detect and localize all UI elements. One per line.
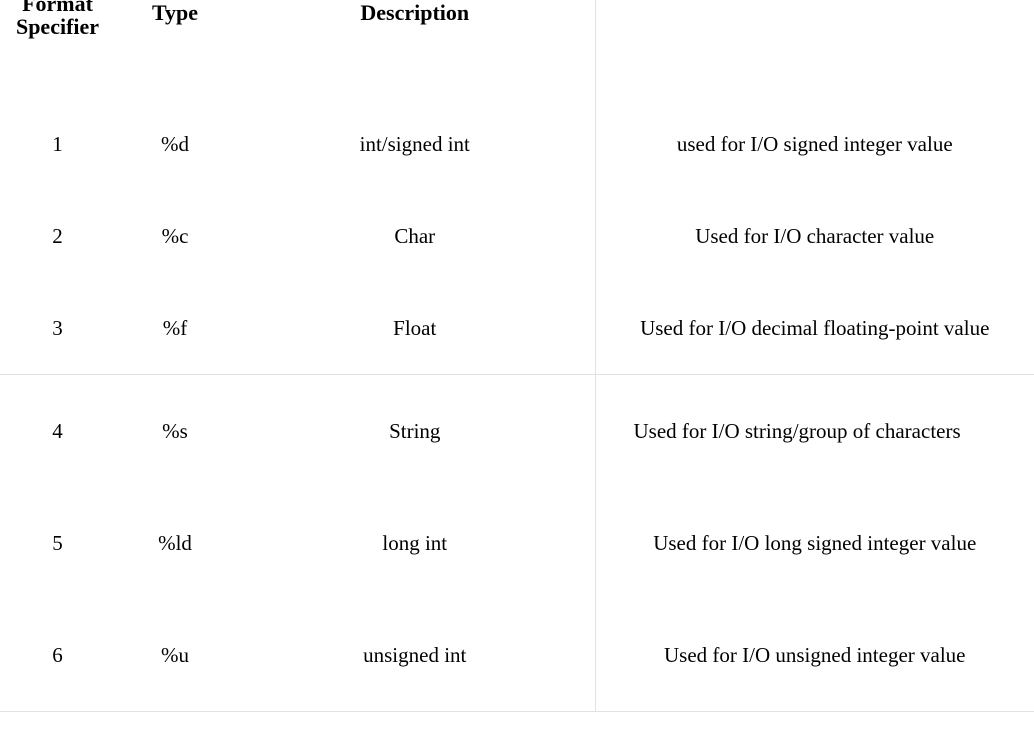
format-specifier-table: Format Specifier Type Description 1 %d i…	[0, 0, 1034, 712]
cell-type: %u	[115, 599, 235, 712]
cell-type: %f	[115, 282, 235, 375]
cell-description: unsigned int	[235, 599, 595, 712]
cell-usage: Used for I/O decimal floating-point valu…	[595, 282, 1034, 375]
cell-index: 2	[0, 190, 115, 282]
page: { "headers": { "index": "Format\nSpecifi…	[0, 0, 1034, 747]
cell-usage: used for I/O signed integer value	[595, 98, 1034, 190]
table-row: 5 %ld long int Used for I/O long signed …	[0, 487, 1034, 599]
cell-usage: Used for I/O long signed integer value	[595, 487, 1034, 599]
col-header-usage	[595, 0, 1034, 58]
cell-usage: Used for I/O character value	[595, 190, 1034, 282]
cell-type: %d	[115, 98, 235, 190]
cell-index: 6	[0, 599, 115, 712]
table-row: 6 %u unsigned int Used for I/O unsigned …	[0, 599, 1034, 712]
col-header-description: Description	[235, 0, 595, 58]
cell-description: Float	[235, 282, 595, 375]
table-row: 1 %d int/signed int used for I/O signed …	[0, 98, 1034, 190]
cell-index: 3	[0, 282, 115, 375]
cell-description: String	[235, 375, 595, 488]
cell-usage: Used for I/O unsigned integer value	[595, 599, 1034, 712]
header-spacer	[0, 58, 1034, 98]
cell-usage: Used for I/O string/group of characters	[595, 375, 1034, 488]
cell-index: 5	[0, 487, 115, 599]
cell-type: %c	[115, 190, 235, 282]
cell-index: 1	[0, 98, 115, 190]
cell-type: %s	[115, 375, 235, 488]
table-row: 3 %f Float Used for I/O decimal floating…	[0, 282, 1034, 375]
cell-description: long int	[235, 487, 595, 599]
cell-index: 4	[0, 375, 115, 488]
col-header-index: Format Specifier	[0, 0, 115, 50]
table-header-row: Format Specifier Type Description	[0, 0, 1034, 58]
cell-type: %ld	[115, 487, 235, 599]
cell-description: int/signed int	[235, 98, 595, 190]
table-row: 2 %c Char Used for I/O character value	[0, 190, 1034, 282]
cell-description: Char	[235, 190, 595, 282]
table-row: 4 %s String Used for I/O string/group of…	[0, 375, 1034, 488]
col-header-type: Type	[115, 0, 235, 58]
